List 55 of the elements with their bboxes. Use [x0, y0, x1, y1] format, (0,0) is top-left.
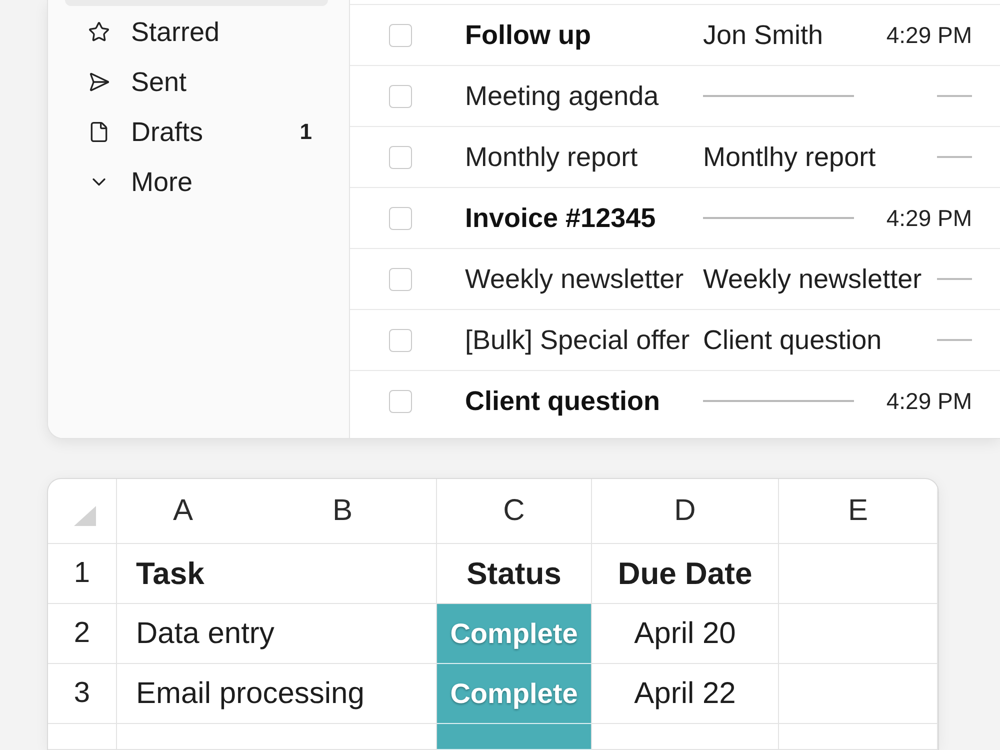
- star-icon: [88, 21, 110, 43]
- triangle-icon: [74, 506, 96, 526]
- status-cell: Complete: [437, 604, 592, 664]
- email-subject: Meeting agenda: [465, 80, 660, 112]
- checkbox[interactable]: [389, 84, 412, 108]
- status-cell: Complete: [437, 664, 592, 724]
- sidebar-item[interactable]: Starred: [65, 7, 328, 57]
- sidebar-item[interactable]: Drafts 1: [65, 107, 328, 157]
- email-subject: Invoice #12345: [465, 202, 657, 234]
- checkbox[interactable]: [389, 146, 412, 168]
- email-subject: Weekly newsletter: [465, 264, 685, 294]
- column-header[interactable]: B: [249, 479, 437, 544]
- email-row[interactable]: [Bulk] Special offer Client question: [350, 309, 1000, 370]
- placeholder-line: [937, 278, 972, 280]
- row-number: 2: [48, 604, 117, 664]
- sender-name: Jon Smith: [703, 20, 824, 50]
- placeholder-line: [937, 339, 972, 341]
- email-row[interactable]: Invoice #12345 4:29 PM: [350, 187, 1000, 248]
- document-icon: [88, 121, 110, 143]
- sidebar-item[interactable]: Sent: [65, 57, 328, 107]
- email-row[interactable]: Weekly newsletter Weekly newsletter: [350, 248, 1000, 309]
- table-cell: April 20: [592, 604, 779, 664]
- header-cell: Due Date: [592, 544, 779, 604]
- email-subject: Follow up: [465, 20, 592, 50]
- header-cell: Status: [437, 544, 592, 604]
- checkbox[interactable]: [389, 206, 412, 230]
- message-time: 4:29 PM: [886, 22, 972, 48]
- email-row[interactable]: Follow up Jon Smith 4:29 PM: [350, 4, 1000, 65]
- email-row[interactable]: Meeting agenda: [350, 65, 1000, 126]
- checkbox[interactable]: [389, 24, 412, 46]
- message-time: 4:29 PM: [886, 204, 972, 232]
- column-header[interactable]: A: [117, 479, 249, 544]
- sender-name: Weekly newsletter: [703, 264, 923, 294]
- checkbox[interactable]: [389, 268, 412, 290]
- sidebar-item[interactable]: More: [65, 157, 328, 207]
- select-all-corner[interactable]: [48, 479, 117, 544]
- placeholder-line: [937, 156, 972, 158]
- email-subject: Monthly report: [465, 142, 639, 172]
- row-number: 3: [48, 664, 117, 724]
- message-time: 4:29 PM: [886, 388, 972, 414]
- sender-name: Montlhy report: [703, 142, 877, 172]
- row-number: 1: [48, 544, 117, 604]
- column-header[interactable]: E: [779, 479, 938, 544]
- email-subject: [Bulk] Special offer: [465, 324, 691, 356]
- checkbox[interactable]: [389, 328, 412, 352]
- send-icon: [88, 71, 110, 93]
- email-row[interactable]: Monthly report Montlhy report: [350, 126, 1000, 187]
- draft-count: 1: [300, 119, 312, 145]
- email-row[interactable]: Client question 4:29 PM: [350, 370, 1000, 431]
- column-header[interactable]: D: [592, 479, 779, 544]
- placeholder-line: [937, 95, 972, 97]
- sender-name: Client question: [703, 324, 883, 356]
- email-subject: Client question: [465, 386, 661, 416]
- checkbox[interactable]: [389, 390, 412, 412]
- table-cell: April 22: [592, 664, 779, 724]
